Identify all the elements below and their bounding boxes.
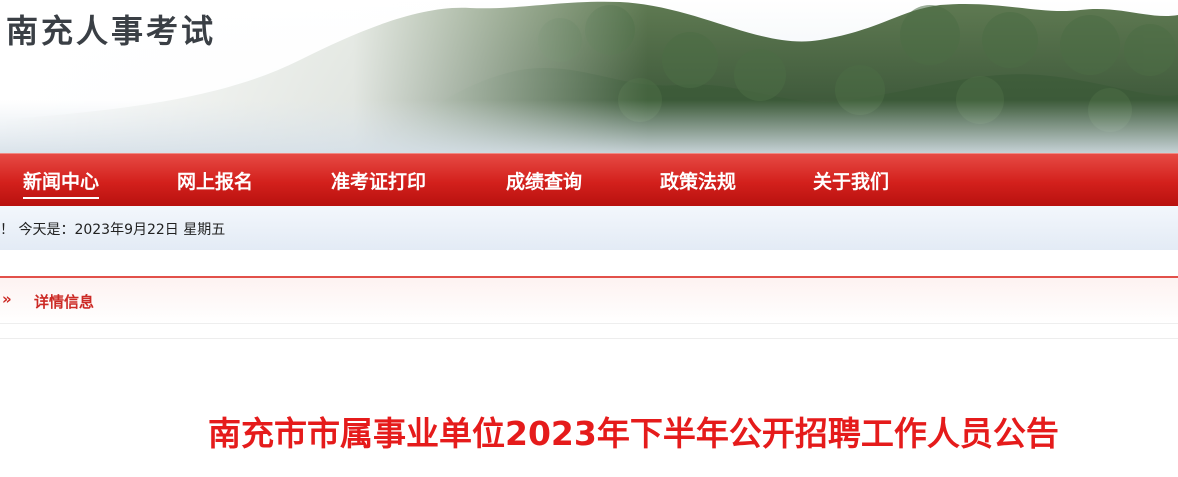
header-banner: 南充人事考试	[0, 0, 1178, 153]
nav-item-score-query[interactable]: 成绩查询	[506, 167, 582, 194]
divider	[0, 338, 1178, 339]
nav-item-policies-regulations[interactable]: 政策法规	[660, 167, 736, 194]
detail-section-header: » 详情信息	[0, 276, 1178, 324]
nav-item-news-center[interactable]: 新闻中心	[23, 167, 100, 199]
date-bar: ！ 今天是：2023年9月22日 星期五	[0, 206, 1178, 250]
article-title: 南充市市属事业单位2023年下半年公开招聘工作人员公告	[208, 414, 1059, 453]
detail-section-label: 详情信息	[34, 293, 95, 311]
current-date-text: ！ 今天是：2023年9月22日 星期五	[0, 222, 226, 238]
site-title: 南充人事考试	[6, 12, 217, 50]
nav-item-admission-ticket-print[interactable]: 准考证打印	[331, 167, 426, 194]
nav-item-about-us[interactable]: 关于我们	[813, 167, 889, 194]
main-navigation: 新闻中心 网上报名 准考证打印 成绩查询 政策法规 关于我们	[0, 153, 1178, 206]
double-chevron-right-icon: »	[2, 290, 12, 308]
nav-item-online-registration[interactable]: 网上报名	[177, 167, 253, 194]
